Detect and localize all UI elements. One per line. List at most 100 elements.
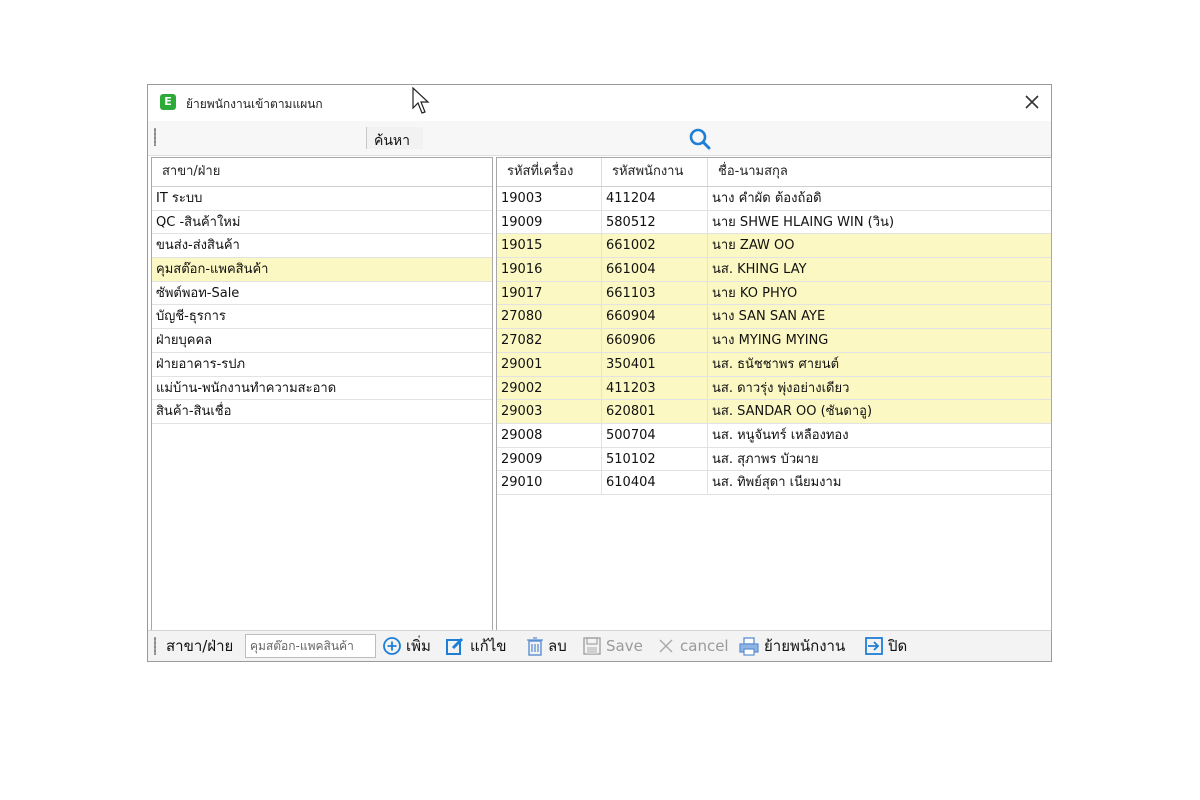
column-header-machine-id[interactable]: รหัสที่เครื่อง: [497, 158, 602, 186]
bottom-toolbar: สาขา/ฝ่าย คุมสต๊อก-แพคสินค้า เพิ่ม แก้ไข…: [148, 630, 1051, 661]
machine-id-cell: 19016: [497, 258, 602, 282]
department-list-item[interactable]: ฝ่ายบุคคล: [152, 329, 492, 353]
employee-id-cell: 620801: [602, 400, 708, 424]
save-button[interactable]: Save: [606, 631, 643, 661]
department-name: QC -สินค้าใหม่: [156, 214, 241, 230]
delete-button[interactable]: ลบ: [548, 631, 567, 661]
close-icon[interactable]: [1023, 93, 1041, 111]
department-name: คุมสต๊อก-แพคสินค้า: [156, 262, 269, 278]
search-label-box: ค้นหา: [366, 127, 423, 149]
employee-row[interactable]: 19009 580512 นาย SHWE HLAING WIN (วิน): [497, 210, 1051, 235]
title-bar: E ย้ายพนักงานเข้าตามแผนก: [148, 85, 1051, 121]
cancel-button[interactable]: cancel: [680, 631, 729, 661]
column-header-employee-id[interactable]: รหัสพนักงาน: [602, 158, 708, 186]
employee-row[interactable]: 19003 411204 นาง คำผัด ต้องถ้อดิ: [497, 187, 1051, 211]
department-name: ขนส่ง-ส่งสินค้า: [156, 238, 240, 254]
search-icon[interactable]: [688, 128, 712, 150]
dialog-window: E ย้ายพนักงานเข้าตามแผนก ค้นหา สาขา/ฝ่าย…: [147, 84, 1052, 662]
edit-button[interactable]: แก้ไข: [470, 631, 507, 661]
employee-id-cell: 660906: [602, 329, 708, 353]
employee-id-cell: 510102: [602, 447, 708, 471]
employee-row[interactable]: 29009 510102 นส. สุภาพร บัวผาย: [497, 447, 1051, 472]
department-field-label: สาขา/ฝ่าย: [166, 637, 234, 655]
employee-id-cell: 661004: [602, 258, 708, 282]
employee-row[interactable]: 27080 660904 นาง SAN SAN AYE: [497, 305, 1051, 330]
department-name: ฝ่ายอาคาร-รปภ: [156, 356, 246, 372]
machine-id-cell: 29003: [497, 400, 602, 424]
machine-id-cell: 29001: [497, 352, 602, 376]
machine-id-cell: 29009: [497, 447, 602, 471]
add-icon[interactable]: [382, 636, 402, 656]
department-list-item[interactable]: ซัพต์พอท-Sale: [152, 282, 492, 306]
employee-row[interactable]: 29001 350401 นส. ธนัชชาพร ศายนต์: [497, 352, 1051, 377]
department-name: IT ระบบ: [156, 191, 203, 206]
move-employee-button[interactable]: ย้ายพนักงาน: [764, 631, 845, 661]
department-name: บัญชี-ธุรการ: [156, 309, 226, 325]
department-name: สินค้า-สินเชื่อ: [156, 404, 232, 420]
employee-row[interactable]: 19017 661103 นาย KO PHYO: [497, 281, 1051, 306]
machine-id-cell: 27082: [497, 329, 602, 353]
machine-id-cell: 27080: [497, 305, 602, 329]
column-header-name[interactable]: ชื่อ-นามสกุล: [708, 158, 1051, 186]
employee-row[interactable]: 19015 661002 นาย ZAW OO: [497, 234, 1051, 259]
employee-row[interactable]: 29008 500704 นส. หนูจันทร์ เหลืองทอง: [497, 423, 1051, 448]
machine-id-cell: 19003: [497, 187, 602, 210]
employee-name-cell: นส. ดาวรุ่ง พุ่งอย่างเดียว: [712, 380, 850, 396]
employee-id-cell: 660904: [602, 305, 708, 329]
department-list-item[interactable]: แม่บ้าน-พนักงานทำความสะอาด: [152, 377, 492, 401]
department-rows: IT ระบบ QC -สินค้าใหม่ขนส่ง-ส่งสินค้าคุมส…: [152, 187, 492, 424]
employee-id-cell: 661103: [602, 281, 708, 305]
employee-id-cell: 580512: [602, 210, 708, 234]
toolbar-grip[interactable]: [154, 128, 156, 146]
employee-name-cell: นาง MYING MYING: [712, 333, 829, 349]
employee-name-cell: นส. ธนัชชาพร ศายนต์: [712, 356, 840, 372]
department-list-item[interactable]: IT ระบบ: [152, 187, 492, 211]
machine-id-cell: 19009: [497, 210, 602, 234]
close-button[interactable]: ปิด: [888, 631, 907, 661]
trash-icon[interactable]: [525, 636, 545, 656]
department-name: ซัพต์พอท-Sale: [156, 285, 240, 301]
employee-name-cell: นาง SAN SAN AYE: [712, 309, 826, 325]
employee-name-cell: นส. KHING LAY: [712, 262, 807, 278]
employee-row[interactable]: 29002 411203 นส. ดาวรุ่ง พุ่งอย่างเดียว: [497, 376, 1051, 401]
edit-icon[interactable]: [445, 636, 465, 656]
department-name: ฝ่ายบุคคล: [156, 333, 213, 349]
employee-rows: 19003 411204 นาง คำผัด ต้องถ้อดิ 19009 58051…: [497, 187, 1051, 495]
department-field[interactable]: คุมสต๊อก-แพคสินค้า: [245, 634, 376, 658]
employee-name-cell: นส. SANDAR OO (ซันดาอู): [712, 404, 873, 420]
employee-grid-header: รหัสที่เครื่อง รหัสพนักงาน ชื่อ-นามสกุล: [497, 158, 1051, 187]
department-list-item[interactable]: คุมสต๊อก-แพคสินค้า: [152, 258, 492, 282]
department-list-panel: สาขา/ฝ่าย IT ระบบ QC -สินค้าใหม่ขนส่ง-ส่ง…: [151, 157, 493, 633]
employee-id-cell: 500704: [602, 423, 708, 447]
department-list-item[interactable]: ขนส่ง-ส่งสินค้า: [152, 234, 492, 259]
employee-id-cell: 350401: [602, 352, 708, 376]
employee-row[interactable]: 29010 610404 นส. ทิพย์สุดา เนียมงาม: [497, 471, 1051, 495]
column-header-department[interactable]: สาขา/ฝ่าย: [152, 158, 492, 186]
save-icon[interactable]: [582, 636, 602, 656]
toolbar-grip[interactable]: [154, 637, 156, 655]
window-title: ย้ายพนักงานเข้าตามแผนก: [186, 97, 323, 111]
printer-icon[interactable]: [739, 636, 759, 656]
department-name: แม่บ้าน-พนักงานทำความสะอาด: [156, 380, 337, 396]
employee-row[interactable]: 27082 660906 นาง MYING MYING: [497, 329, 1051, 353]
add-button[interactable]: เพิ่ม: [406, 631, 431, 661]
employee-row[interactable]: 19016 661004 นส. KHING LAY: [497, 258, 1051, 282]
department-list-item[interactable]: ฝ่ายอาคาร-รปภ: [152, 353, 492, 377]
employee-name-cell: นาย KO PHYO: [712, 285, 798, 301]
department-list-item[interactable]: บัญชี-ธุรการ: [152, 305, 492, 330]
employee-name-cell: นาย ZAW OO: [712, 238, 795, 254]
employee-name-cell: นส. หนูจันทร์ เหลืองทอง: [712, 427, 849, 443]
department-list-item[interactable]: สินค้า-สินเชื่อ: [152, 400, 492, 424]
employee-row[interactable]: 29003 620801 นส. SANDAR OO (ซันดาอู): [497, 400, 1051, 424]
employee-id-cell: 610404: [602, 471, 708, 495]
employee-name-cell: นาง คำผัด ต้องถ้อดิ: [712, 191, 822, 206]
machine-id-cell: 29008: [497, 423, 602, 447]
machine-id-cell: 19015: [497, 234, 602, 258]
employee-id-cell: 661002: [602, 234, 708, 258]
search-toolbar: ค้นหา: [148, 121, 1051, 156]
machine-id-cell: 29010: [497, 471, 602, 495]
employee-name-cell: นส. สุภาพร บัวผาย: [712, 451, 819, 467]
department-list-item[interactable]: QC -สินค้าใหม่: [152, 211, 492, 235]
exit-icon[interactable]: [864, 636, 884, 656]
cancel-icon[interactable]: [656, 636, 676, 656]
